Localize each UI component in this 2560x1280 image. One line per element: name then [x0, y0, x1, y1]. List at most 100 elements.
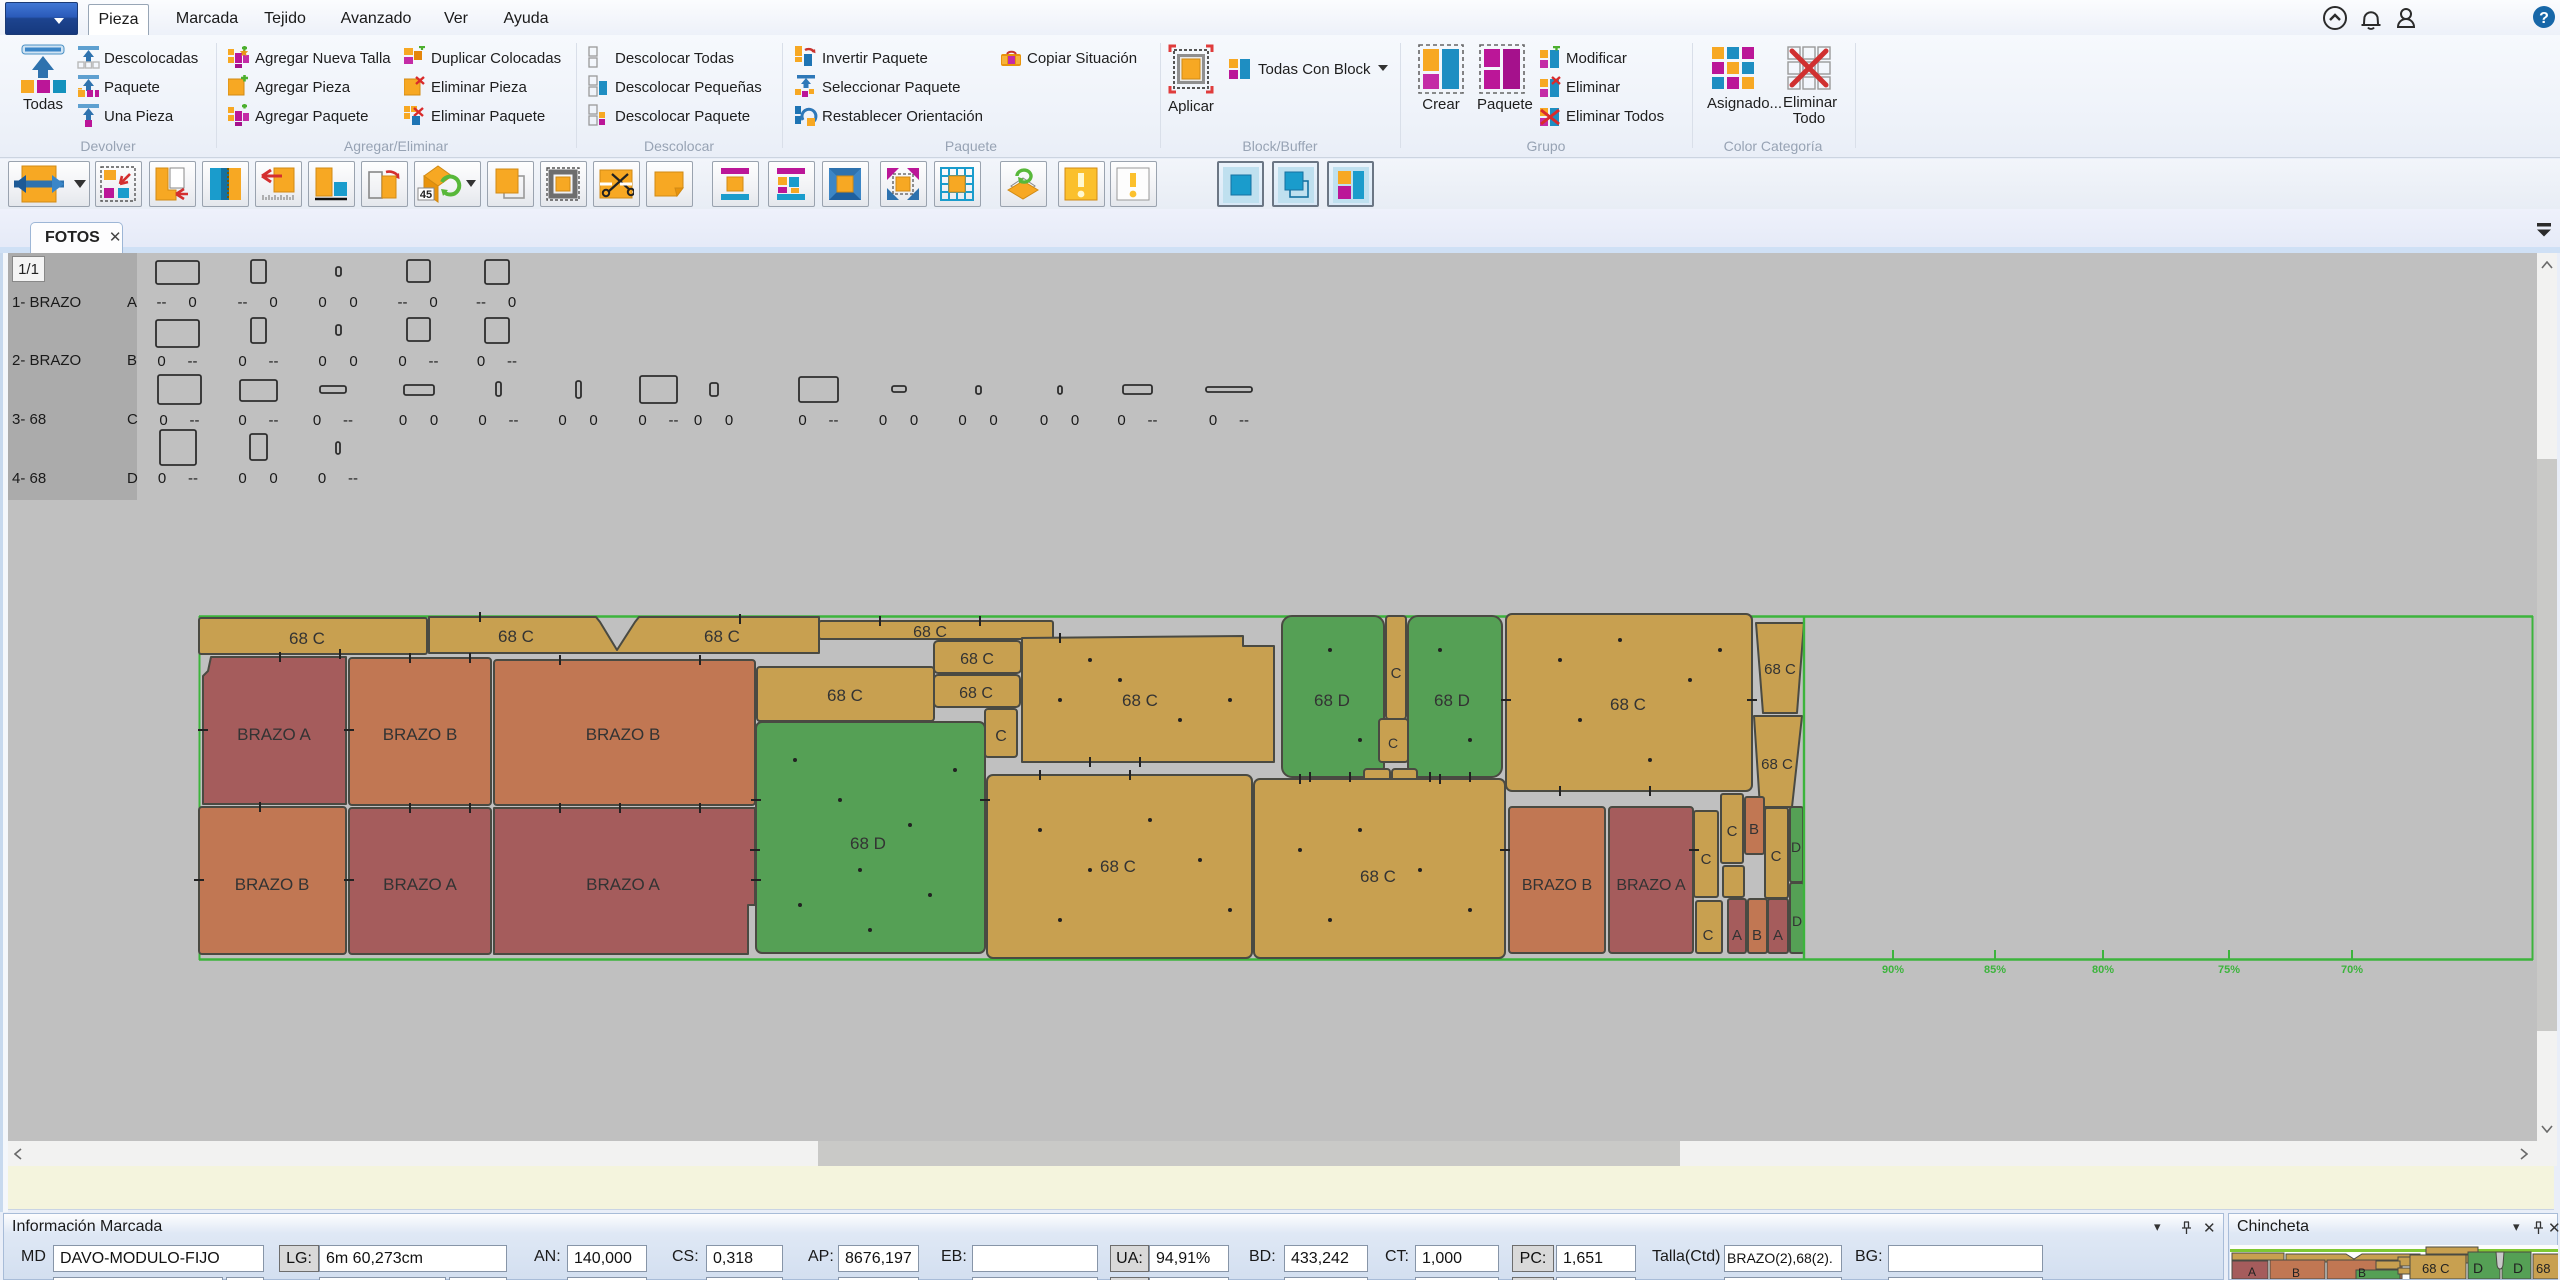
svg-text:0: 0 [477, 353, 485, 370]
svg-text:85%: 85% [1984, 964, 2006, 976]
svg-text:0: 0 [1040, 412, 1048, 429]
svg-text:0: 0 [269, 294, 277, 311]
svg-text:D: D [1791, 839, 1801, 855]
svg-text:0: 0 [879, 412, 887, 429]
svg-text:A: A [1773, 927, 1783, 944]
svg-text:0: 0 [318, 470, 326, 487]
svg-text:--: -- [429, 353, 439, 370]
svg-text:0: 0 [429, 294, 437, 311]
svg-text:--: -- [190, 412, 200, 429]
svg-text:B: B [127, 352, 137, 369]
svg-text:45: 45 [420, 189, 432, 201]
svg-text:--: -- [188, 470, 198, 487]
svg-text:D: D [1792, 913, 1802, 929]
svg-text:0: 0 [725, 412, 733, 429]
svg-text:68 D: 68 D [1434, 691, 1470, 710]
svg-text:0: 0 [638, 412, 646, 429]
svg-text:4- 68: 4- 68 [12, 470, 46, 487]
svg-text:C: C [1701, 851, 1712, 868]
svg-text:1- BRAZO: 1- BRAZO [12, 294, 81, 311]
svg-text:--: -- [829, 412, 839, 429]
svg-text:80%: 80% [2092, 964, 2114, 976]
svg-text:0: 0 [157, 353, 165, 370]
svg-text:68 C: 68 C [960, 651, 994, 668]
svg-text:B: B [1749, 821, 1759, 838]
svg-text:68 C: 68 C [704, 627, 740, 646]
svg-text:0: 0 [188, 294, 196, 311]
svg-text:BRAZO A: BRAZO A [383, 875, 457, 894]
svg-text:68 C: 68 C [1100, 857, 1136, 876]
svg-text:68 C: 68 C [1764, 661, 1796, 678]
svg-text:0: 0 [508, 294, 516, 311]
svg-text:--: -- [669, 412, 679, 429]
svg-text:--: -- [507, 353, 517, 370]
svg-text:0: 0 [318, 353, 326, 370]
svg-text:0: 0 [589, 412, 597, 429]
svg-text:C: C [995, 728, 1007, 745]
svg-text:BRAZO B: BRAZO B [1522, 877, 1592, 894]
svg-text:0: 0 [399, 412, 407, 429]
svg-text:A: A [127, 294, 137, 311]
svg-text:68 C: 68 C [1761, 756, 1793, 773]
svg-text:68 C: 68 C [913, 624, 947, 641]
svg-text:68 C: 68 C [1122, 691, 1158, 710]
svg-text:D: D [127, 470, 138, 487]
svg-text:0: 0 [398, 353, 406, 370]
svg-text:0: 0 [989, 412, 997, 429]
svg-text:68 C: 68 C [2422, 1261, 2449, 1276]
svg-text:BRAZO A: BRAZO A [237, 725, 311, 744]
svg-text:0: 0 [694, 412, 702, 429]
svg-text:C: C [1388, 735, 1398, 751]
svg-text:--: -- [238, 294, 248, 311]
svg-text:BRAZO B: BRAZO B [235, 875, 310, 894]
svg-text:0: 0 [430, 412, 438, 429]
svg-text:68 C: 68 C [827, 686, 863, 705]
svg-text:68 D: 68 D [1314, 691, 1350, 710]
svg-text:0: 0 [238, 353, 246, 370]
svg-text:70%: 70% [2341, 964, 2363, 976]
svg-text:0: 0 [1209, 412, 1217, 429]
svg-text:B: B [2358, 1266, 2366, 1279]
svg-text:--: -- [1148, 412, 1158, 429]
svg-text:C: C [1391, 665, 1402, 682]
svg-text:BRAZO A: BRAZO A [1616, 877, 1686, 894]
svg-text:0: 0 [798, 412, 806, 429]
svg-text:0: 0 [313, 412, 321, 429]
svg-text:--: -- [476, 294, 486, 311]
svg-text:--: -- [348, 470, 358, 487]
svg-text:BRAZO B: BRAZO B [586, 725, 661, 744]
svg-text:68: 68 [2536, 1261, 2550, 1276]
svg-text:0: 0 [238, 412, 246, 429]
svg-text:--: -- [157, 294, 167, 311]
svg-text:BRAZO A: BRAZO A [586, 875, 660, 894]
svg-text:68 C: 68 C [1360, 867, 1396, 886]
svg-text:C: C [1771, 848, 1782, 865]
svg-text:0: 0 [349, 294, 357, 311]
svg-text:0: 0 [318, 294, 326, 311]
svg-text:C: C [1727, 823, 1738, 840]
svg-text:--: -- [343, 412, 353, 429]
svg-text:0: 0 [1117, 412, 1125, 429]
svg-text:68 C: 68 C [959, 685, 993, 702]
svg-text:0: 0 [958, 412, 966, 429]
svg-text:B: B [1752, 927, 1762, 944]
svg-text:0: 0 [238, 470, 246, 487]
svg-text:C: C [1703, 927, 1714, 944]
svg-text:--: -- [188, 353, 198, 370]
svg-text:--: -- [269, 412, 279, 429]
svg-text:--: -- [398, 294, 408, 311]
svg-text:A: A [2248, 1265, 2256, 1279]
svg-text:0: 0 [349, 353, 357, 370]
svg-text:90%: 90% [1882, 964, 1904, 976]
svg-text:0: 0 [558, 412, 566, 429]
svg-text:D: D [2513, 1260, 2523, 1276]
svg-text:--: -- [509, 412, 519, 429]
svg-text:0: 0 [158, 470, 166, 487]
svg-text:?: ? [2539, 10, 2549, 27]
svg-text:0: 0 [269, 470, 277, 487]
svg-text:BRAZO B: BRAZO B [383, 725, 458, 744]
svg-text:0: 0 [478, 412, 486, 429]
svg-text:A: A [1732, 927, 1742, 944]
svg-text:68 D: 68 D [850, 834, 886, 853]
svg-text:3- 68: 3- 68 [12, 411, 46, 428]
